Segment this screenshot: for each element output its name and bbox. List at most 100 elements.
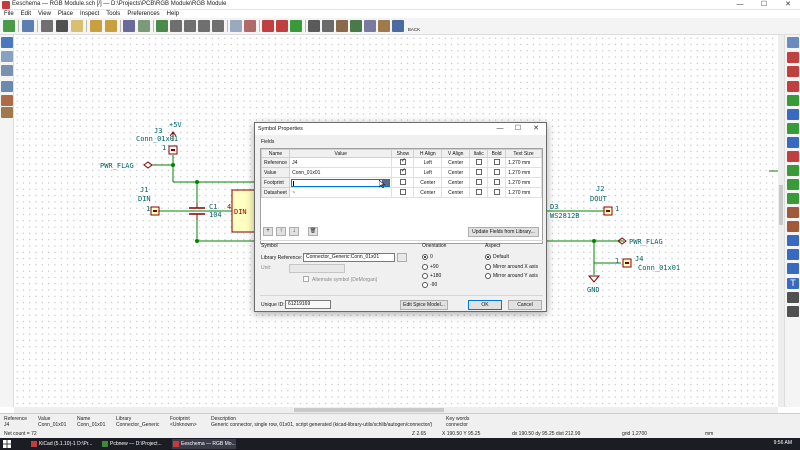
- orientation-minus90-radio[interactable]: [422, 282, 428, 288]
- valign-cell[interactable]: Center: [441, 157, 471, 168]
- d3-reference[interactable]: D3: [550, 203, 558, 211]
- back-button[interactable]: BACK: [406, 20, 422, 32]
- unique-id-field[interactable]: 61219169: [285, 300, 331, 309]
- j1-reference[interactable]: J1: [140, 186, 148, 194]
- library-browser-icon[interactable]: [322, 20, 334, 32]
- col-name[interactable]: Name: [260, 149, 291, 158]
- edit-spice-model-button[interactable]: Edit Spice Model...: [400, 300, 448, 310]
- units-mm-icon[interactable]: [1, 65, 13, 76]
- alternate-symbol-checkbox[interactable]: [303, 276, 309, 282]
- italic-checkbox[interactable]: [475, 179, 482, 186]
- close-button[interactable]: ✕: [776, 0, 800, 10]
- text-size-cell[interactable]: 1.270 mm: [505, 187, 542, 198]
- rotate-cw-icon[interactable]: [276, 20, 288, 32]
- table-row[interactable]: Footprint Center Center 1.270 mm: [260, 177, 542, 188]
- netlist-icon[interactable]: [392, 20, 404, 32]
- add-field-button[interactable]: +: [263, 227, 273, 236]
- plot-icon[interactable]: [71, 20, 83, 32]
- zoom-out-icon[interactable]: [184, 20, 196, 32]
- zoom-selection-icon[interactable]: [212, 20, 224, 32]
- redo-icon[interactable]: [105, 20, 117, 32]
- leave-sheet-icon[interactable]: [244, 20, 256, 32]
- menu-edit[interactable]: Edit: [21, 10, 31, 18]
- valign-cell[interactable]: Center: [441, 177, 471, 188]
- valign-cell[interactable]: Center: [441, 187, 471, 198]
- d3-value[interactable]: WS2812B: [550, 212, 580, 220]
- dialog-close-button[interactable]: ✕: [527, 124, 545, 134]
- bold-checkbox[interactable]: [493, 169, 500, 176]
- j1-name[interactable]: DIN: [138, 195, 151, 203]
- bom-icon[interactable]: [378, 20, 390, 32]
- grid-toggle-icon[interactable]: [1, 37, 13, 48]
- j2-reference[interactable]: J2: [596, 185, 604, 193]
- wire-to-bus-entry-icon[interactable]: [787, 123, 799, 134]
- bold-checkbox[interactable]: [493, 189, 500, 196]
- select-icon[interactable]: [787, 37, 799, 48]
- pwr-flag-right[interactable]: PWR_FLAG: [629, 238, 663, 246]
- bold-checkbox[interactable]: [493, 179, 500, 186]
- save-icon[interactable]: [22, 20, 34, 32]
- add-wire-icon[interactable]: [787, 95, 799, 106]
- add-junction-icon[interactable]: [787, 165, 799, 176]
- halign-cell[interactable]: Center: [413, 187, 443, 198]
- j4-value[interactable]: Conn_01x01: [638, 264, 680, 272]
- windows-start-icon[interactable]: [3, 440, 11, 448]
- update-fields-button[interactable]: Update Fields from Library...: [468, 227, 539, 237]
- library-browse-icon[interactable]: [397, 253, 407, 262]
- menu-help[interactable]: Help: [167, 10, 179, 18]
- italic-checkbox[interactable]: [475, 169, 482, 176]
- orientation-180-radio[interactable]: [422, 273, 428, 279]
- aspect-mirror-x-radio[interactable]: [485, 264, 491, 270]
- find-replace-icon[interactable]: [138, 20, 150, 32]
- page-settings-icon[interactable]: [41, 20, 53, 32]
- aspect-default-radio[interactable]: [485, 254, 491, 260]
- col-value[interactable]: Value: [289, 149, 393, 158]
- gnd-label[interactable]: GND: [587, 286, 600, 294]
- show-checkbox[interactable]: [399, 189, 406, 196]
- menu-place[interactable]: Place: [58, 10, 73, 18]
- orientation-0-radio[interactable]: [422, 254, 428, 260]
- col-show[interactable]: Show: [391, 149, 415, 158]
- ok-button[interactable]: OK: [468, 300, 502, 310]
- text-size-cell[interactable]: 1.270 mm: [505, 167, 542, 178]
- taskbar-pcbnew[interactable]: Pcbnew — D:\Project...: [101, 439, 162, 449]
- add-symbol-icon[interactable]: [787, 66, 799, 77]
- j3-reference[interactable]: J3: [154, 127, 162, 135]
- bold-checkbox[interactable]: [493, 159, 500, 166]
- taskbar-eeschema[interactable]: Eeschema — RGB Mo...: [172, 439, 236, 449]
- bus-wire-angle-icon[interactable]: [1, 107, 13, 118]
- table-row[interactable]: Reference J4 Left Center 1.270 mm: [260, 157, 542, 168]
- menu-preferences[interactable]: Preferences: [127, 10, 159, 18]
- cancel-button[interactable]: Cancel: [508, 300, 542, 310]
- library-reference-input[interactable]: Connector_Generic:Conn_01x01: [303, 253, 395, 262]
- orientation-90-radio[interactable]: [422, 264, 428, 270]
- add-sheet-icon[interactable]: [787, 221, 799, 232]
- halign-cell[interactable]: Left: [413, 157, 443, 168]
- add-image-icon[interactable]: [787, 292, 799, 303]
- import-sheet-pin-icon[interactable]: [787, 235, 799, 246]
- show-checkbox[interactable]: [399, 157, 406, 166]
- add-label-icon[interactable]: [787, 179, 799, 190]
- col-bold[interactable]: Bold: [487, 149, 507, 158]
- show-checkbox[interactable]: [399, 179, 406, 186]
- field-value-cell[interactable]: J4: [289, 157, 393, 168]
- delete-tool-icon[interactable]: [787, 306, 799, 317]
- minimize-button[interactable]: —: [728, 0, 752, 10]
- add-hier-label-icon[interactable]: [787, 207, 799, 218]
- field-value-cell[interactable]: ~: [289, 187, 393, 198]
- table-row[interactable]: Datasheet ~ Center Center 1.270 mm: [260, 187, 542, 198]
- highlight-net-icon[interactable]: [787, 52, 799, 63]
- unit-select[interactable]: [289, 264, 345, 273]
- j3-value[interactable]: Conn_01x01: [136, 135, 178, 143]
- show-checkbox[interactable]: [399, 167, 406, 176]
- print-icon[interactable]: [56, 20, 68, 32]
- add-global-label-icon[interactable]: [787, 193, 799, 204]
- menu-inspect[interactable]: Inspect: [80, 10, 99, 18]
- zoom-fit-icon[interactable]: [198, 20, 210, 32]
- c1-reference[interactable]: C1: [209, 203, 217, 211]
- find-icon[interactable]: [123, 20, 135, 32]
- pwr-flag-left[interactable]: PWR_FLAG: [100, 162, 134, 170]
- halign-cell[interactable]: Center: [413, 177, 443, 188]
- refresh-icon[interactable]: [156, 20, 168, 32]
- add-bus-icon[interactable]: [787, 109, 799, 120]
